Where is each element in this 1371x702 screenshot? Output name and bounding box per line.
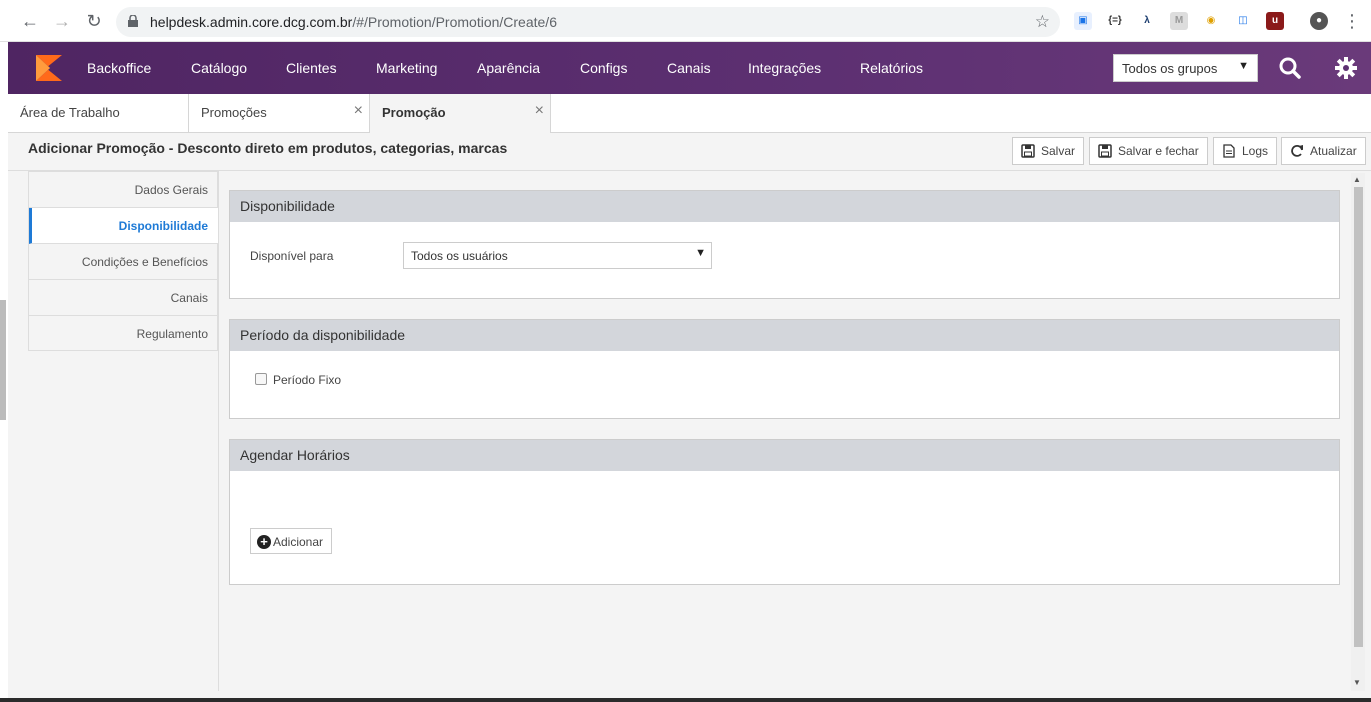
save-button[interactable]: Salvar (1012, 137, 1085, 165)
tab-area-de-trabalho[interactable]: Área de Trabalho (8, 94, 189, 133)
reload-icon[interactable]: ↻ (84, 11, 104, 31)
tabs-bar: Área de Trabalho Promoções × Promoção × (8, 94, 1371, 133)
menu-relatorios[interactable]: Relatórios (860, 60, 923, 76)
floppy-icon (1021, 144, 1035, 158)
panel-title: Agendar Horários (230, 440, 1339, 471)
avatar[interactable]: ● (1310, 12, 1328, 30)
url-path: /#/Promotion/Promotion/Create/6 (352, 14, 557, 30)
side-item-condicoes-beneficios[interactable]: Condições e Benefícios (29, 244, 218, 280)
caret-down-icon: ▼ (1238, 60, 1249, 72)
save-label: Salvar (1041, 144, 1076, 158)
group-select[interactable]: Todos os grupos ▼ (1113, 54, 1258, 82)
top-navigation: Backoffice Catálogo Clientes Marketing A… (8, 42, 1371, 94)
available-for-select[interactable]: Todos os usuários ▼ (403, 242, 712, 269)
menu-catalogo[interactable]: Catálogo (191, 60, 247, 76)
address-bar[interactable]: helpdesk.admin.core.dcg.com.br/#/Promoti… (116, 7, 1060, 37)
bookmark-star-icon[interactable]: ☆ (1035, 12, 1050, 32)
extension-icon-5[interactable]: ◉ (1202, 12, 1220, 30)
extension-icon-2[interactable]: {=} (1106, 12, 1124, 30)
scroll-up-icon[interactable]: ▲ (1353, 175, 1361, 184)
extension-icon-4[interactable]: M (1170, 12, 1188, 30)
close-icon[interactable]: × (354, 102, 363, 120)
menu-clientes[interactable]: Clientes (286, 60, 337, 76)
side-menu: Dados Gerais Disponibilidade Condições e… (28, 171, 218, 351)
schedule-panel: Agendar Horários + Adicionar (229, 439, 1340, 585)
document-icon (1223, 144, 1235, 158)
extension-icon-3[interactable]: λ (1138, 12, 1156, 30)
panel-title: Período da disponibilidade (230, 320, 1339, 351)
scroll-down-icon[interactable]: ▼ (1353, 678, 1361, 687)
window-resize-grip[interactable] (0, 300, 6, 420)
brand-logo[interactable] (32, 51, 66, 85)
scrollbar[interactable]: ▲ ▼ (1351, 173, 1365, 691)
plus-circle-icon: + (257, 535, 271, 549)
availability-panel: Disponibilidade Disponível para Todos os… (229, 190, 1340, 299)
tab-label: Promoção (382, 105, 446, 120)
logs-button[interactable]: Logs (1213, 137, 1278, 165)
search-icon[interactable] (1276, 54, 1304, 82)
add-label: Adicionar (273, 535, 324, 549)
menu-integracoes[interactable]: Integrações (748, 60, 821, 76)
extension-icon-1[interactable]: ▣ (1074, 12, 1092, 30)
refresh-button[interactable]: Atualizar (1281, 137, 1366, 165)
add-button[interactable]: + Adicionar (250, 528, 333, 554)
save-close-label: Salvar e fechar (1118, 144, 1199, 158)
url-text: helpdesk.admin.core.dcg.com.br/#/Promoti… (150, 14, 557, 30)
side-item-regulamento[interactable]: Regulamento (29, 316, 218, 352)
tab-label: Promoções (201, 105, 267, 120)
caret-down-icon: ▼ (695, 247, 706, 259)
page-title: Adicionar Promoção - Desconto direto em … (28, 140, 508, 156)
menu-canais[interactable]: Canais (667, 60, 711, 76)
refresh-icon (1291, 145, 1303, 157)
window-edge (0, 42, 8, 702)
tab-label: Área de Trabalho (20, 105, 120, 120)
period-panel: Período da disponibilidade Período Fixo (229, 319, 1340, 419)
available-for-label: Disponível para (250, 249, 334, 263)
scrollbar-thumb[interactable] (1354, 187, 1363, 647)
menu-marketing[interactable]: Marketing (376, 60, 437, 76)
tab-promocoes[interactable]: Promoções × (189, 94, 370, 133)
url-host: helpdesk.admin.core.dcg.com.br (150, 14, 353, 30)
save-close-button[interactable]: Salvar e fechar (1089, 137, 1208, 165)
logs-label: Logs (1242, 144, 1269, 158)
tab-promocao[interactable]: Promoção × (370, 94, 551, 133)
side-item-dados-gerais[interactable]: Dados Gerais (29, 172, 218, 208)
menu-configs[interactable]: Configs (580, 60, 627, 76)
forward-icon[interactable]: → (52, 11, 72, 31)
lock-icon (128, 15, 138, 27)
panel-title: Disponibilidade (230, 191, 1339, 222)
side-item-canais[interactable]: Canais (29, 280, 218, 316)
fixed-period-label: Período Fixo (273, 373, 342, 387)
menu-backoffice[interactable]: Backoffice (87, 60, 151, 76)
browser-toolbar: ← → ↻ helpdesk.admin.core.dcg.com.br/#/P… (0, 0, 1371, 42)
browser-menu-icon[interactable]: ⋮ (1342, 11, 1362, 31)
extension-icon-6[interactable]: ◫ (1234, 12, 1252, 30)
side-item-disponibilidade[interactable]: Disponibilidade (29, 208, 218, 244)
floppy-icon (1098, 144, 1112, 158)
refresh-label: Atualizar (1310, 144, 1357, 158)
available-for-value: Todos os usuários (411, 249, 508, 263)
page-content: Adicionar Promoção - Desconto direto em … (8, 133, 1371, 702)
gear-icon[interactable] (1332, 54, 1360, 82)
menu-aparencia[interactable]: Aparência (477, 60, 540, 76)
divider (218, 171, 219, 691)
back-icon[interactable]: ← (20, 11, 40, 31)
close-icon[interactable]: × (535, 102, 544, 120)
fixed-period-checkbox[interactable] (255, 373, 267, 385)
group-select-value: Todos os grupos (1122, 61, 1218, 76)
window-bottom-edge (0, 698, 1371, 702)
extension-icon-7[interactable]: u (1266, 12, 1284, 30)
